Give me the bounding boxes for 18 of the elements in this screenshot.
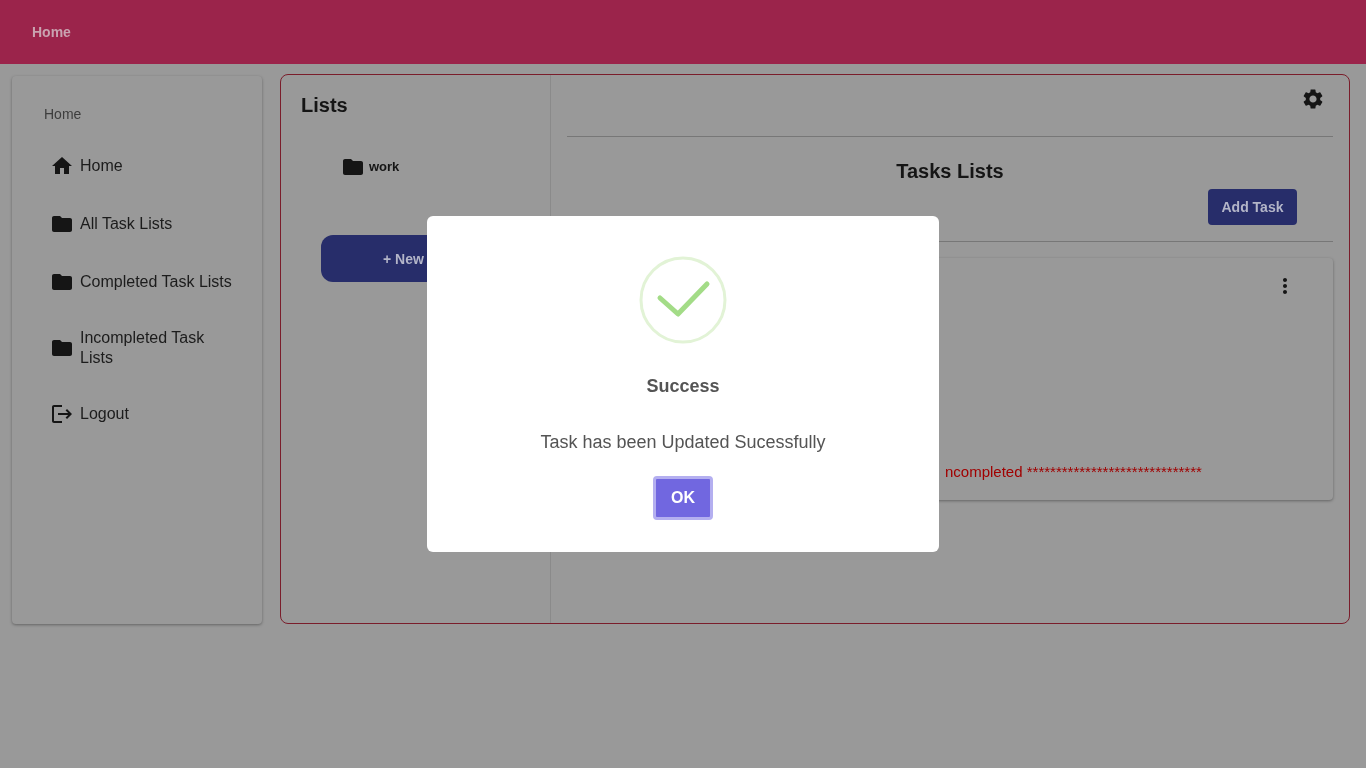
settings-icon[interactable] [1301, 87, 1325, 111]
list-item[interactable]: work [341, 155, 530, 179]
sidebar-item[interactable]: Completed Task Lists [44, 270, 234, 294]
dialog-message: Task has been Updated Sucessfully [540, 431, 826, 454]
lists-title: Lists [301, 93, 349, 118]
sidebar-item[interactable]: Logout [44, 402, 234, 426]
header-title[interactable]: Home [32, 22, 71, 42]
add-task-button[interactable]: Add Task [1208, 189, 1297, 225]
sidebar-item[interactable]: Incompleted Task Lists [44, 328, 234, 368]
sidebar-item[interactable]: Home [44, 154, 234, 178]
logout-icon [50, 402, 74, 426]
tasks-title: Tasks Lists [895, 159, 1005, 184]
ok-button[interactable]: OK [653, 476, 713, 520]
sidebar-heading: Home [44, 105, 83, 124]
task-status: ncompleted ****************************** [945, 463, 1202, 480]
sidebar-item[interactable]: All Task Lists [44, 212, 234, 236]
dialog-title: Success [646, 375, 720, 398]
check-icon [639, 256, 727, 344]
